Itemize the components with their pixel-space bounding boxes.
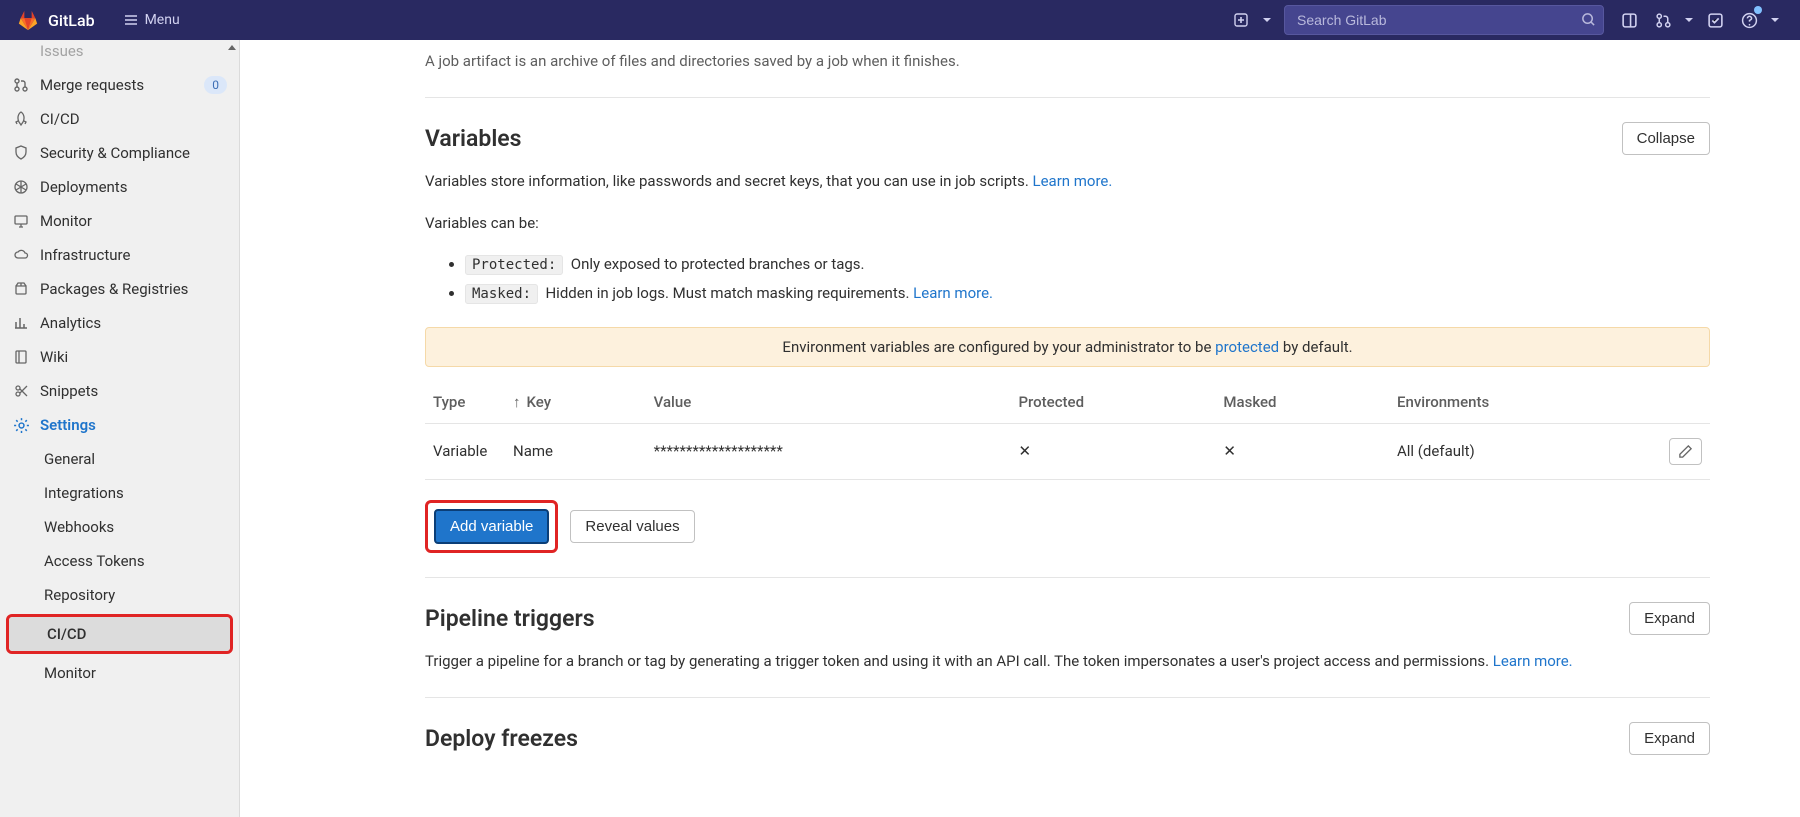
sidebar-item-label: Infrastructure	[40, 246, 130, 264]
variables-table: Type ↑Key Value Protected Masked Environ…	[425, 381, 1710, 480]
settings-sub-monitor[interactable]: Monitor	[0, 656, 239, 690]
sidebar-item-deployments[interactable]: Deployments	[0, 170, 239, 204]
sidebar-item-wiki[interactable]: Wiki	[0, 340, 239, 374]
package-icon	[12, 280, 30, 298]
settings-sub-repository[interactable]: Repository	[0, 578, 239, 612]
gitlab-logo-icon[interactable]	[16, 8, 40, 32]
artifacts-description: A job artifact is an archive of files an…	[425, 50, 1710, 73]
col-value[interactable]: Value	[646, 381, 1011, 424]
brand-title[interactable]: GitLab	[48, 11, 95, 30]
sidebar-item-analytics[interactable]: Analytics	[0, 306, 239, 340]
cell-protected: ✕	[1010, 423, 1215, 479]
main-content: A job artifact is an archive of files an…	[240, 40, 1800, 817]
rocket-icon	[12, 110, 30, 128]
protected-link[interactable]: protected	[1215, 338, 1279, 356]
sidebar-item-settings[interactable]: Settings	[0, 408, 239, 442]
sidebar-item-label: Deployments	[40, 178, 127, 196]
variables-description: Variables store information, like passwo…	[425, 169, 1710, 193]
triggers-description: Trigger a pipeline for a branch or tag b…	[425, 649, 1710, 673]
sidebar-item-label: Settings	[40, 416, 96, 434]
sort-asc-icon: ↑	[513, 393, 521, 411]
chevron-down-icon[interactable]	[1258, 0, 1276, 40]
cell-key: Name	[505, 423, 646, 479]
learn-more-link[interactable]: Learn more.	[1493, 652, 1573, 670]
scissors-icon	[12, 382, 30, 400]
monitor-icon	[12, 212, 30, 230]
issues-icon	[12, 42, 30, 60]
cloud-gear-icon	[12, 246, 30, 264]
collapse-button[interactable]: Collapse	[1622, 122, 1710, 155]
sidebar-item-label: CI/CD	[40, 110, 80, 128]
search-container	[1284, 5, 1604, 35]
gear-icon	[12, 416, 30, 434]
sidebar-item-merge-requests[interactable]: Merge requests 0	[0, 68, 239, 102]
add-variable-button[interactable]: Add variable	[434, 509, 549, 544]
issues-icon[interactable]	[1612, 0, 1646, 40]
col-protected[interactable]: Protected	[1010, 381, 1215, 424]
sidebar-item-packages[interactable]: Packages & Registries	[0, 272, 239, 306]
chevron-down-icon[interactable]	[1680, 0, 1698, 40]
left-sidebar: Issues Merge requests 0 CI/CD Security &…	[0, 40, 240, 817]
sidebar-item-label: Security & Compliance	[40, 144, 190, 162]
settings-sub-integrations[interactable]: Integrations	[0, 476, 239, 510]
cell-masked: ✕	[1215, 423, 1389, 479]
cell-type: Variable	[425, 423, 505, 479]
col-environments[interactable]: Environments	[1389, 381, 1661, 424]
cell-env: All (default)	[1389, 423, 1661, 479]
sidebar-item-cicd[interactable]: CI/CD	[0, 102, 239, 136]
freezes-title: Deploy freezes	[425, 725, 578, 752]
protected-warning-alert: Environment variables are configured by …	[425, 327, 1710, 367]
book-icon	[12, 348, 30, 366]
chart-icon	[12, 314, 30, 332]
masked-bullet: Masked: Hidden in job logs. Must match m…	[465, 282, 1710, 305]
sidebar-item-label: Monitor	[40, 212, 92, 230]
variables-can-be: Variables can be:	[425, 211, 1710, 235]
col-masked[interactable]: Masked	[1215, 381, 1389, 424]
variables-title: Variables	[425, 125, 522, 152]
plus-icon[interactable]	[1224, 0, 1258, 40]
sidebar-item-security[interactable]: Security & Compliance	[0, 136, 239, 170]
col-type[interactable]: Type	[425, 381, 505, 424]
triggers-title: Pipeline triggers	[425, 605, 595, 632]
sidebar-item-label: Packages & Registries	[40, 280, 188, 298]
cell-value: ********************	[646, 423, 1011, 479]
learn-more-link[interactable]: Learn more.	[913, 284, 993, 302]
menu-label: Menu	[145, 12, 180, 28]
settings-sub-access-tokens[interactable]: Access Tokens	[0, 544, 239, 578]
sidebar-item-label: Merge requests	[40, 76, 144, 94]
top-navbar: GitLab Menu	[0, 0, 1800, 40]
protected-tag: Protected:	[465, 255, 563, 275]
help-icon[interactable]	[1732, 0, 1766, 40]
sidebar-item-issues[interactable]: Issues	[0, 40, 239, 68]
todos-icon[interactable]	[1698, 0, 1732, 40]
edit-variable-button[interactable]	[1669, 438, 1702, 465]
expand-button[interactable]: Expand	[1629, 602, 1710, 635]
masked-tag: Masked:	[465, 284, 538, 304]
sidebar-item-snippets[interactable]: Snippets	[0, 374, 239, 408]
reveal-values-button[interactable]: Reveal values	[570, 510, 694, 543]
menu-dropdown[interactable]: Menu	[123, 12, 180, 28]
merge-request-icon	[12, 76, 30, 94]
merge-requests-icon[interactable]	[1646, 0, 1680, 40]
sidebar-item-infrastructure[interactable]: Infrastructure	[0, 238, 239, 272]
deployments-icon	[12, 178, 30, 196]
search-icon[interactable]	[1581, 12, 1596, 27]
protected-bullet: Protected: Only exposed to protected bra…	[465, 253, 1710, 276]
sidebar-item-label: Snippets	[40, 382, 98, 400]
chevron-down-icon[interactable]	[1766, 0, 1784, 40]
expand-button[interactable]: Expand	[1629, 722, 1710, 755]
badge-count: 0	[204, 76, 227, 94]
col-key[interactable]: ↑Key	[505, 381, 646, 424]
sidebar-item-label: Analytics	[40, 314, 101, 332]
settings-sub-general[interactable]: General	[0, 442, 239, 476]
sidebar-item-label: Issues	[40, 42, 84, 60]
sidebar-item-label: Wiki	[40, 348, 68, 366]
search-input[interactable]	[1284, 5, 1604, 35]
settings-sub-webhooks[interactable]: Webhooks	[0, 510, 239, 544]
learn-more-link[interactable]: Learn more.	[1033, 172, 1113, 190]
settings-sub-cicd[interactable]: CI/CD	[9, 617, 230, 651]
shield-icon	[12, 144, 30, 162]
sidebar-item-monitor[interactable]: Monitor	[0, 204, 239, 238]
table-row: Variable Name ******************** ✕ ✕ A…	[425, 423, 1710, 479]
